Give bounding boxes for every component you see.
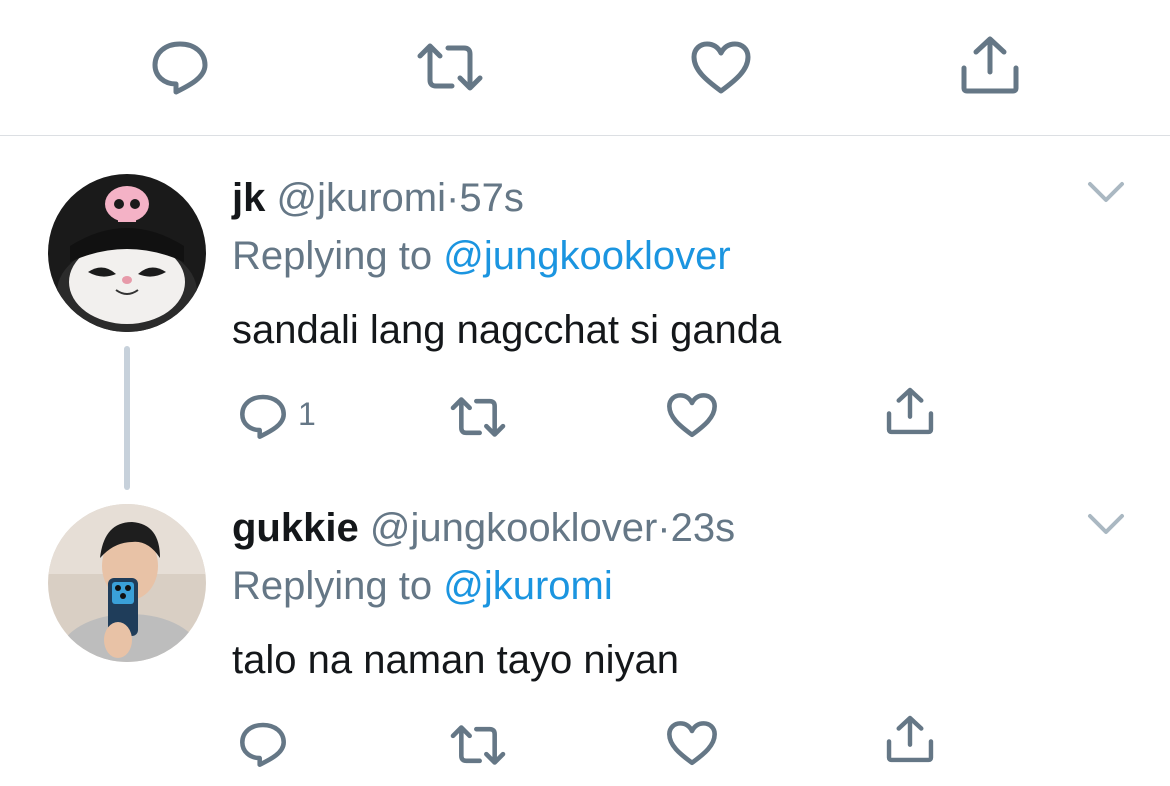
tweet-text: talo na naman tayo niyan	[232, 638, 679, 682]
reply-icon[interactable]	[238, 720, 288, 768]
mention-link[interactable]: @jungkooklover	[443, 234, 730, 278]
reply-icon[interactable]	[150, 38, 210, 96]
share-icon[interactable]	[884, 386, 936, 436]
thread-connector-line	[124, 346, 130, 490]
top-action-bar	[0, 0, 1170, 135]
tweet-header: jk @jkuromi·57s	[232, 174, 524, 222]
display-name[interactable]: gukkie	[232, 506, 359, 550]
like-icon[interactable]	[690, 40, 752, 96]
retweet-icon[interactable]	[448, 724, 508, 766]
display-name[interactable]: jk	[232, 176, 265, 220]
user-handle[interactable]: @jkuromi	[276, 176, 446, 220]
separator-dot: ·	[446, 176, 460, 220]
retweet-icon[interactable]	[448, 396, 508, 438]
separator-dot: ·	[657, 506, 671, 550]
share-icon[interactable]	[884, 714, 936, 764]
replying-to-line: Replying to @jkuromi	[232, 562, 613, 610]
like-icon[interactable]	[666, 392, 718, 439]
chevron-down-icon[interactable]	[1086, 512, 1126, 543]
replying-to-line: Replying to @jungkooklover	[232, 232, 731, 280]
user-handle[interactable]: @jungkooklover	[370, 506, 657, 550]
divider	[0, 135, 1170, 136]
like-icon[interactable]	[666, 720, 718, 767]
avatar[interactable]	[48, 504, 206, 662]
retweet-icon[interactable]	[414, 42, 486, 92]
avatar[interactable]	[48, 174, 206, 332]
tweet-header: gukkie @jungkooklover·23s	[232, 504, 735, 552]
tweet-text: sandali lang nagcchat si ganda	[232, 308, 782, 352]
chevron-down-icon[interactable]	[1086, 180, 1126, 211]
replying-to-label: Replying to	[232, 564, 444, 608]
reply-count: 1	[298, 396, 316, 432]
replying-to-label: Replying to	[232, 234, 444, 278]
timestamp[interactable]: 57s	[459, 176, 524, 220]
mention-link[interactable]: @jkuromi	[443, 564, 613, 608]
timestamp[interactable]: 23s	[671, 506, 736, 550]
reply-icon[interactable]	[238, 392, 288, 440]
share-icon[interactable]	[958, 34, 1022, 96]
